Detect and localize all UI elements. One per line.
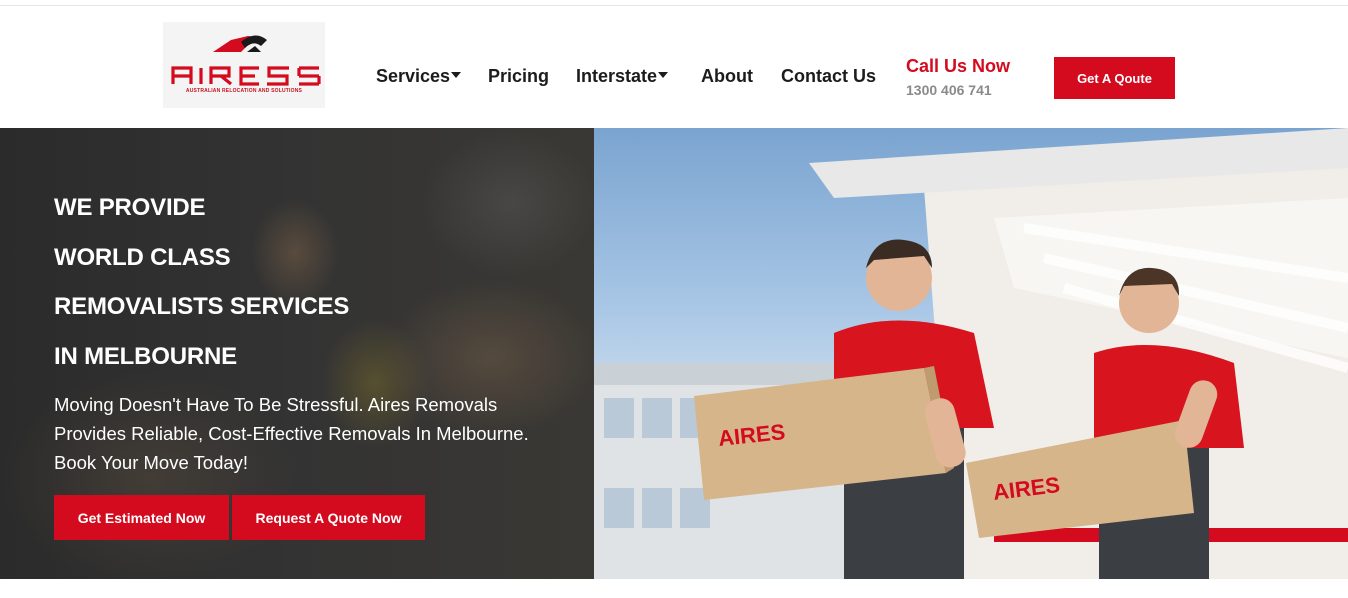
nav-item-contact[interactable]: Contact Us — [781, 66, 876, 87]
background-blur — [420, 128, 594, 278]
call-us-title: Call Us Now — [906, 56, 1011, 76]
nav-item-interstate[interactable]: Interstate — [576, 66, 669, 87]
phone-number-link[interactable]: 1300 406 741 — [906, 82, 992, 98]
brand-logo[interactable]: AUSTRALIAN RELOCATION AND SOLUTIONS — [163, 22, 325, 108]
hero-section: WE PROVIDE WORLD CLASS REMOVALISTS SERVI… — [0, 128, 1348, 579]
request-quote-button[interactable]: Request A Quote Now — [232, 495, 425, 540]
nav-item-label: Interstate — [576, 66, 658, 86]
movers-illustration: AIRES AIRES — [594, 128, 1348, 579]
hero-image-movers: AIRES AIRES — [594, 128, 1348, 579]
nav-item-about[interactable]: About — [701, 66, 753, 87]
background-blur — [250, 198, 340, 308]
nav-item-label: About — [701, 66, 753, 86]
hero-text-panel: WE PROVIDE WORLD CLASS REMOVALISTS SERVI… — [0, 128, 594, 579]
nav-item-pricing[interactable]: Pricing — [488, 66, 549, 87]
hero-headline-line: WE PROVIDE — [54, 194, 206, 221]
hero-headline-line: WORLD CLASS — [54, 244, 231, 271]
get-quote-button[interactable]: Get A Qoute — [1054, 57, 1175, 99]
nav-item-label: Contact Us — [781, 66, 877, 86]
get-estimated-button[interactable]: Get Estimated Now — [54, 495, 229, 540]
brand-tagline: AUSTRALIAN RELOCATION AND SOLUTIONS — [185, 88, 303, 94]
logo-mark — [171, 35, 321, 86]
nav-item-label: Pricing — [488, 66, 550, 86]
site-header: AUSTRALIAN RELOCATION AND SOLUTIONS Serv… — [0, 6, 1348, 128]
hero-headline-line: IN MELBOURNE — [54, 343, 237, 370]
nav-item-services[interactable]: Services — [376, 66, 462, 87]
hero-headline-line: REMOVALISTS SERVICES — [54, 293, 350, 320]
hero-subtext: Moving Doesn't Have To Be Stressful. Air… — [54, 394, 529, 473]
chevron-down-icon — [451, 72, 462, 79]
chevron-down-icon — [658, 72, 669, 79]
nav-item-label: Services — [376, 66, 451, 86]
